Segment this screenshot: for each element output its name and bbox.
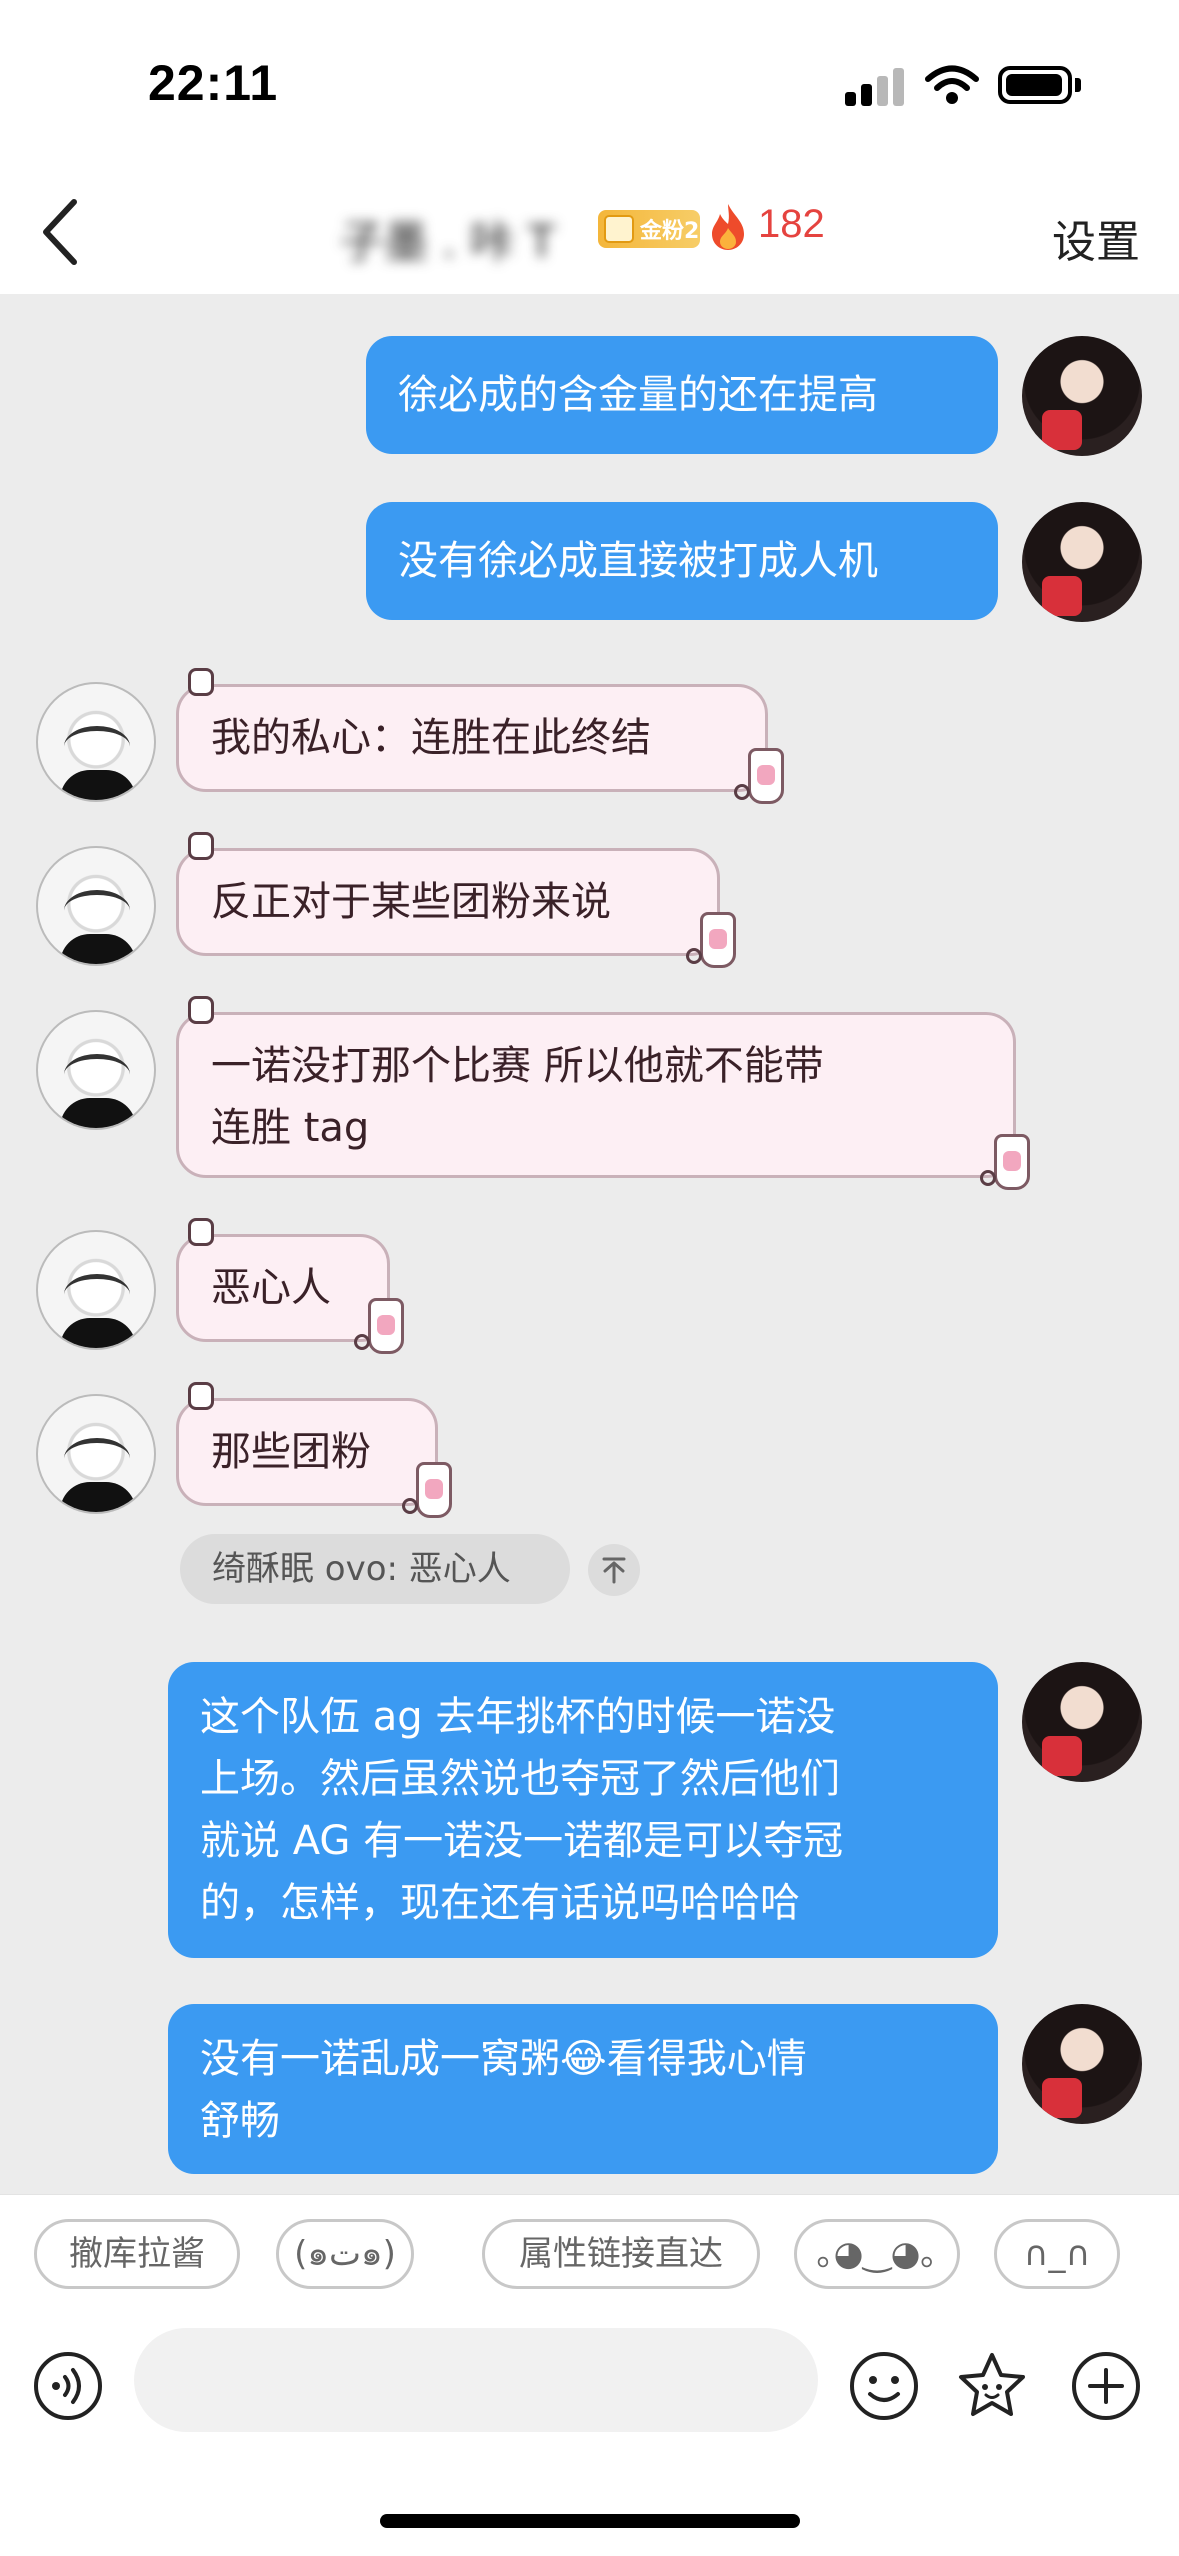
- status-bar: 22:11: [0, 0, 1179, 170]
- fan-badge-label: 金粉2: [640, 219, 700, 244]
- contact-avatar[interactable]: [36, 1230, 156, 1350]
- quoted-message[interactable]: 绮酥眠 ovo: 恶心人: [180, 1534, 570, 1604]
- home-indicator: [380, 2514, 800, 2528]
- message-text-line: 一诺没打那个比赛 所以他就不能带: [211, 1043, 824, 1089]
- flower-decoration-icon: [354, 1334, 370, 1350]
- lock-decoration-icon: [188, 1382, 214, 1410]
- quick-reply-chip[interactable]: 属性链接直达: [482, 2219, 760, 2289]
- status-time: 22:11: [148, 55, 279, 111]
- contact-avatar[interactable]: [36, 682, 156, 802]
- fan-badge-icon: [604, 215, 634, 243]
- flask-decoration-icon: [700, 912, 736, 968]
- flower-decoration-icon: [686, 948, 702, 964]
- quick-reply-chip[interactable]: (๑ت๑): [276, 2219, 414, 2289]
- contact-avatar[interactable]: [36, 846, 156, 966]
- message-text: 我的私心：连胜在此终结: [211, 715, 651, 761]
- message-bubble-me[interactable]: 这个队伍 ag 去年挑杯的时候一诺没 上场。然后虽然说也夺冠了然后他们 就说 A…: [168, 1662, 998, 1958]
- message-bubble-other[interactable]: 我的私心：连胜在此终结: [176, 684, 768, 792]
- message-text-line: 这个队伍 ag 去年挑杯的时候一诺没: [200, 1694, 836, 1740]
- my-avatar[interactable]: [1022, 1662, 1142, 1782]
- message-text-line: 没有一诺乱成一窝粥😂看得我心情: [200, 2036, 807, 2082]
- message-bubble-other[interactable]: 那些团粉: [176, 1398, 438, 1506]
- flask-decoration-icon: [416, 1462, 452, 1518]
- message-text: 恶心人: [211, 1265, 331, 1311]
- message-text-line: 上场。然后虽然说也夺冠了然后他们: [200, 1756, 840, 1802]
- message-bubble-other[interactable]: 恶心人: [176, 1234, 390, 1342]
- message-text: 反正对于某些团粉来说: [211, 879, 611, 925]
- jump-to-quote-icon[interactable]: [588, 1544, 640, 1596]
- emoji-icon[interactable]: [848, 2350, 920, 2422]
- battery-cap: [1075, 78, 1081, 92]
- contact-avatar[interactable]: [36, 1394, 156, 1514]
- back-button[interactable]: [30, 192, 90, 272]
- cellular-signal-icon: [845, 66, 905, 106]
- quick-reply-chip[interactable]: ｡◕‿◕｡: [794, 2219, 960, 2289]
- flask-decoration-icon: [748, 748, 784, 804]
- message-text-line: 连胜 tag: [211, 1105, 370, 1151]
- flower-decoration-icon: [734, 784, 750, 800]
- fan-level-badge[interactable]: 金粉2: [598, 210, 700, 248]
- quick-reply-bar: 撤库拉酱 (๑ت๑) 属性链接直达 ｡◕‿◕｡ ∩_∩: [0, 2194, 1179, 2314]
- fire-icon: [712, 204, 744, 250]
- message-input[interactable]: [134, 2328, 818, 2432]
- message-text: 徐必成的含金量的还在提高: [398, 372, 878, 418]
- battery-icon: [998, 66, 1072, 104]
- lock-decoration-icon: [188, 996, 214, 1024]
- voice-icon[interactable]: [32, 2350, 104, 2422]
- message-bubble-me[interactable]: 没有徐必成直接被打成人机: [366, 502, 998, 620]
- flower-decoration-icon: [980, 1170, 996, 1186]
- lock-decoration-icon: [188, 668, 214, 696]
- lock-decoration-icon: [188, 1218, 214, 1246]
- message-text-line: 的，怎样，现在还有话说吗哈哈哈: [200, 1880, 800, 1926]
- my-avatar[interactable]: [1022, 2004, 1142, 2124]
- message-bubble-other[interactable]: 反正对于某些团粉来说: [176, 848, 720, 956]
- settings-button[interactable]: 设置: [1052, 206, 1140, 270]
- message-bubble-me[interactable]: 没有一诺乱成一窝粥😂看得我心情 舒畅: [168, 2004, 998, 2174]
- contact-name-text: 子墨 . 咔 T: [340, 217, 555, 268]
- fire-streak-count: 182: [758, 202, 825, 246]
- message-text-line: 舒畅: [200, 2098, 280, 2144]
- message-input-bar: [0, 2314, 1179, 2556]
- message-text-line: 就说 AG 有一诺没一诺都是可以夺冠: [200, 1818, 844, 1864]
- message-text: 没有徐必成直接被打成人机: [398, 538, 878, 584]
- lock-decoration-icon: [188, 832, 214, 860]
- sticker-icon[interactable]: [956, 2350, 1028, 2422]
- flask-decoration-icon: [368, 1298, 404, 1354]
- plus-icon[interactable]: [1070, 2350, 1142, 2422]
- chat-header: 子墨 . 咔 T 金粉2 182 设置: [0, 170, 1179, 294]
- quick-reply-chip[interactable]: 撤库拉酱: [34, 2219, 240, 2289]
- message-bubble-me[interactable]: 徐必成的含金量的还在提高: [366, 336, 998, 454]
- contact-avatar[interactable]: [36, 1010, 156, 1130]
- message-list[interactable]: 徐必成的含金量的还在提高 没有徐必成直接被打成人机 我的私心：连胜在此终结 反正…: [0, 294, 1179, 2194]
- contact-name[interactable]: 子墨 . 咔 T: [340, 206, 590, 268]
- quick-reply-chip[interactable]: ∩_∩: [994, 2219, 1120, 2289]
- message-bubble-other[interactable]: 一诺没打那个比赛 所以他就不能带 连胜 tag: [176, 1012, 1016, 1178]
- my-avatar[interactable]: [1022, 502, 1142, 622]
- flask-decoration-icon: [994, 1134, 1030, 1190]
- message-text: 那些团粉: [211, 1429, 371, 1475]
- my-avatar[interactable]: [1022, 336, 1142, 456]
- wifi-icon: [925, 65, 979, 104]
- flower-decoration-icon: [402, 1498, 418, 1514]
